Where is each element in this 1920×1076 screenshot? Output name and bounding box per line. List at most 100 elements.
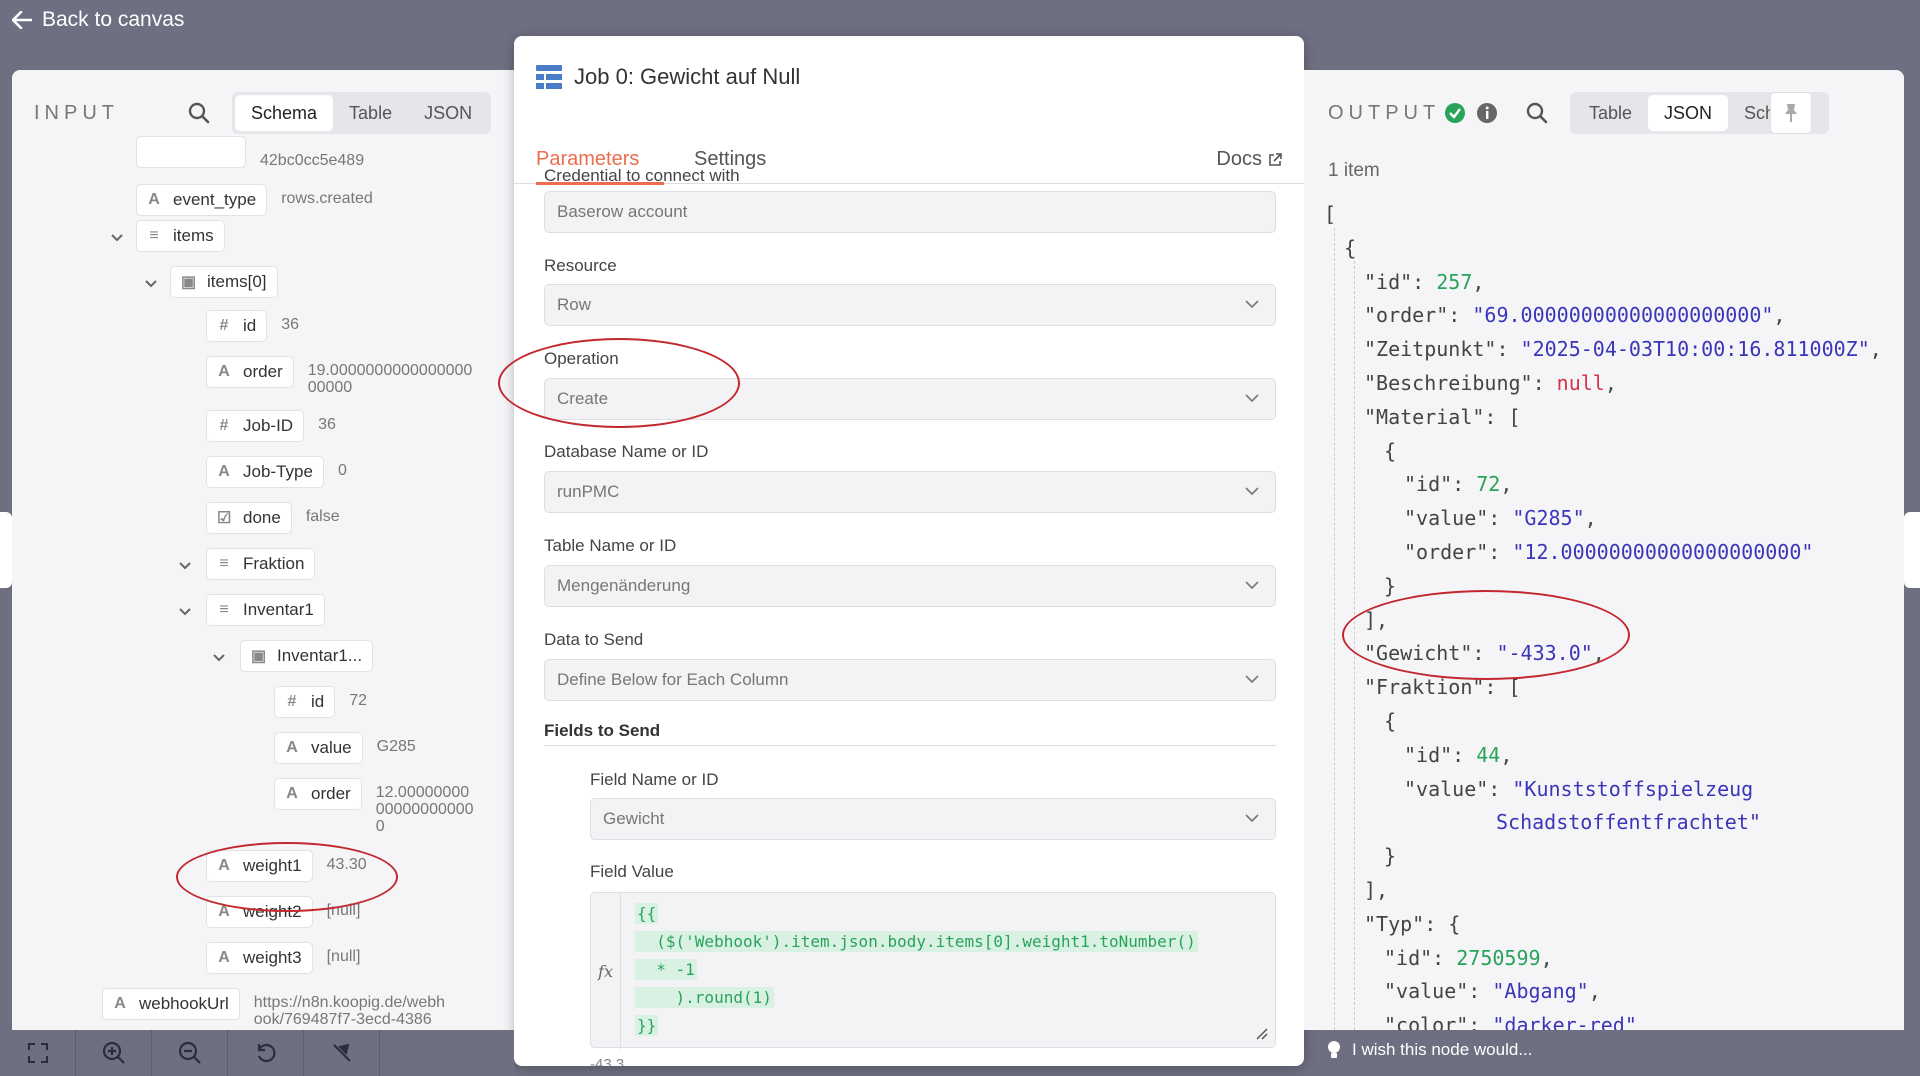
json-token[interactable]: "Zeitpunkt" (1364, 337, 1496, 361)
output-title: OUTPUT (1328, 102, 1441, 124)
json-token: ], (1364, 607, 1389, 632)
json-token[interactable]: "G285" (1512, 506, 1584, 530)
search-icon[interactable] (188, 102, 210, 124)
json-token: : (1472, 641, 1497, 666)
json-token[interactable]: "Abgang" (1492, 979, 1588, 1003)
node-title-area: Job 0: Gewicht auf Null (536, 64, 800, 90)
json-token[interactable]: "Typ" (1364, 912, 1424, 936)
tree-key-pill[interactable]: Aweight1 (206, 850, 313, 882)
field-name-select[interactable]: Gewicht (590, 798, 1276, 840)
undo-button[interactable] (228, 1030, 304, 1076)
chevron-down-icon[interactable] (178, 604, 192, 622)
json-token[interactable]: "69.00000000000000000000" (1472, 303, 1773, 327)
tree-key: Fraktion (243, 554, 305, 573)
json-token[interactable]: 2750599 (1456, 946, 1540, 970)
output-tab-table[interactable]: Table (1573, 95, 1648, 131)
input-tab-table[interactable]: Table (333, 95, 408, 131)
tree-key-pill[interactable] (136, 136, 246, 168)
fit-view-button[interactable] (0, 1030, 76, 1076)
data-to-send-select[interactable]: Define Below for Each Column (544, 659, 1276, 701)
tree-key: Inventar1... (277, 646, 363, 665)
tree-key-pill[interactable]: ≡ Inventar1 (206, 594, 325, 626)
json-token[interactable]: "value" (1404, 506, 1488, 530)
json-token[interactable]: "order" (1404, 540, 1488, 564)
info-icon[interactable] (1476, 102, 1498, 124)
chevron-down-icon (1245, 487, 1259, 496)
json-token[interactable]: "value" (1384, 979, 1468, 1003)
tree-key-pill[interactable]: A Job-Type (206, 456, 324, 488)
database-select[interactable]: runPMC (544, 471, 1276, 513)
json-token[interactable]: "id" (1384, 946, 1432, 970)
table-select[interactable]: Mengenänderung (544, 565, 1276, 607)
json-token[interactable]: "id" (1404, 743, 1452, 767)
lightbulb-icon (1328, 1041, 1340, 1058)
number-type-icon: # (219, 317, 229, 334)
tree-key-pill[interactable]: ≡ items (136, 220, 225, 252)
output-tab-json[interactable]: JSON (1648, 95, 1729, 131)
input-tab-schema[interactable]: Schema (235, 95, 334, 131)
docs-link[interactable]: Docs (1216, 148, 1282, 171)
search-icon[interactable] (1526, 102, 1548, 124)
json-line: } (1384, 574, 1396, 598)
json-token[interactable]: 257 (1436, 270, 1472, 294)
json-token[interactable]: "12.00000000000000000000" (1512, 540, 1813, 564)
json-token[interactable]: "id" (1364, 270, 1412, 294)
back-to-canvas-button[interactable]: Back to canvas (12, 8, 184, 32)
tree-key-pill[interactable]: ☑ done (206, 502, 292, 534)
chevron-down-icon[interactable] (110, 230, 124, 248)
resource-select[interactable]: Row (544, 284, 1276, 326)
tree-row: Aweight1 43.30 (206, 850, 367, 882)
json-token[interactable]: 72 (1476, 472, 1500, 496)
zoom-in-button[interactable] (76, 1030, 152, 1076)
json-line: "value": "G285", (1404, 506, 1597, 530)
json-token[interactable]: "Kunststoffspielzeug (1512, 777, 1753, 801)
number-type-icon: # (219, 417, 229, 434)
json-token[interactable]: "2025-04-03T10:00:16.811000Z" (1521, 337, 1870, 361)
json-token[interactable]: null (1557, 371, 1605, 395)
json-token[interactable]: Schadstoffentfrachtet" (1496, 810, 1761, 834)
tree-key-pill[interactable]: # id (206, 310, 268, 342)
json-token[interactable]: "Gewicht" (1364, 641, 1472, 665)
data-to-send-label: Data to Send (544, 630, 644, 649)
right-edge-handle[interactable] (1904, 512, 1920, 588)
tree-key-pill[interactable]: Aorder (274, 778, 362, 810)
json-token[interactable]: "Material" (1364, 405, 1484, 429)
json-token[interactable]: 44 (1476, 743, 1500, 767)
feedback-prompt[interactable]: I wish this node would... (1326, 1040, 1532, 1060)
json-token: : { (1424, 911, 1461, 936)
tree-key-pill[interactable]: Aevent_type (136, 184, 268, 216)
left-edge-handle[interactable] (0, 512, 12, 588)
operation-select[interactable]: Create (544, 378, 1276, 420)
tree-key-pill[interactable]: Avalue (274, 732, 363, 764)
tidy-up-button[interactable] (304, 1030, 380, 1076)
json-token[interactable]: "-433.0" (1496, 641, 1592, 665)
input-tab-json[interactable]: JSON (408, 95, 488, 131)
chevron-down-icon[interactable] (144, 276, 158, 294)
chevron-down-icon[interactable] (212, 650, 226, 668)
tree-value: G285 (376, 738, 416, 755)
field-value-expression-editor[interactable]: fx {{ ($('Webhook').item.json.body.items… (590, 892, 1276, 1049)
json-token[interactable]: "darker-red" (1492, 1013, 1637, 1030)
tree-key-pill[interactable]: ▣ items[0] (170, 266, 278, 298)
tree-key-pill[interactable]: AwebhookUrl (102, 988, 240, 1020)
pin-data-button[interactable] (1770, 92, 1812, 134)
json-token[interactable]: "order" (1364, 303, 1448, 327)
tree-key-pill[interactable]: Aorder (206, 356, 294, 388)
node-title[interactable]: Job 0: Gewicht auf Null (574, 64, 800, 90)
tree-key-pill[interactable]: # Job-ID (206, 410, 305, 442)
zoom-out-button[interactable] (152, 1030, 228, 1076)
json-token[interactable]: "color" (1384, 1013, 1468, 1030)
tree-key-pill[interactable]: # id (274, 686, 336, 718)
tree-key-pill[interactable]: Aweight2 (206, 896, 313, 928)
chevron-down-icon[interactable] (178, 558, 192, 576)
credential-select[interactable]: Baserow account (544, 191, 1276, 233)
tree-key-pill[interactable]: Aweight3 (206, 942, 313, 974)
resize-icon[interactable] (1255, 1027, 1269, 1041)
json-token[interactable]: "value" (1404, 777, 1488, 801)
json-token[interactable]: "id" (1404, 472, 1452, 496)
json-token[interactable]: "Fraktion" (1364, 675, 1484, 699)
json-token[interactable]: "Beschreibung" (1364, 371, 1533, 395)
item-count: 1 item (1328, 160, 1380, 181)
tree-key-pill[interactable]: ≡ Fraktion (206, 548, 316, 580)
tree-key-pill[interactable]: ▣ Inventar1... (240, 640, 374, 672)
